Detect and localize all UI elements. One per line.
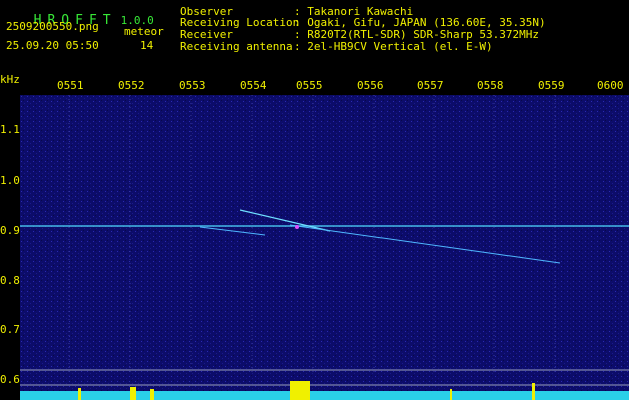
spectrogram — [20, 95, 629, 400]
time-tick: 0554 — [240, 79, 267, 92]
freq-tick: 0.7 — [0, 323, 20, 336]
time-tick: 0551 — [57, 79, 84, 92]
info-value-antenna: : 2el-HB9CV Vertical (el. E-W) — [294, 40, 493, 53]
time-tick: 0555 — [296, 79, 323, 92]
file-datetime: 25.09.20 05:50 — [6, 39, 99, 52]
time-tick: 0556 — [357, 79, 384, 92]
freq-tick: 1.0 — [0, 174, 20, 187]
file-name: 2509200550.png — [6, 20, 99, 33]
time-tick: 0558 — [477, 79, 504, 92]
axis-unit-label: kHz — [0, 73, 20, 86]
time-tick: 0600 — [597, 79, 624, 92]
meteor-echo — [295, 225, 299, 229]
freq-tick: 0.8 — [0, 274, 20, 287]
time-tick: 0557 — [417, 79, 444, 92]
time-tick: 0553 — [179, 79, 206, 92]
noise-background — [20, 95, 629, 400]
meteor-count: 14 — [140, 39, 154, 52]
time-tick: 0559 — [538, 79, 565, 92]
freq-tick: 0.6 — [0, 373, 20, 386]
spectrogram-canvas — [20, 95, 629, 400]
time-tick: 0552 — [118, 79, 145, 92]
freq-tick: 0.9 — [0, 224, 20, 237]
meteor-label: meteor — [124, 25, 164, 38]
freq-tick: 1.1 — [0, 123, 20, 136]
info-key-antenna: Receiving antenna — [180, 40, 293, 53]
